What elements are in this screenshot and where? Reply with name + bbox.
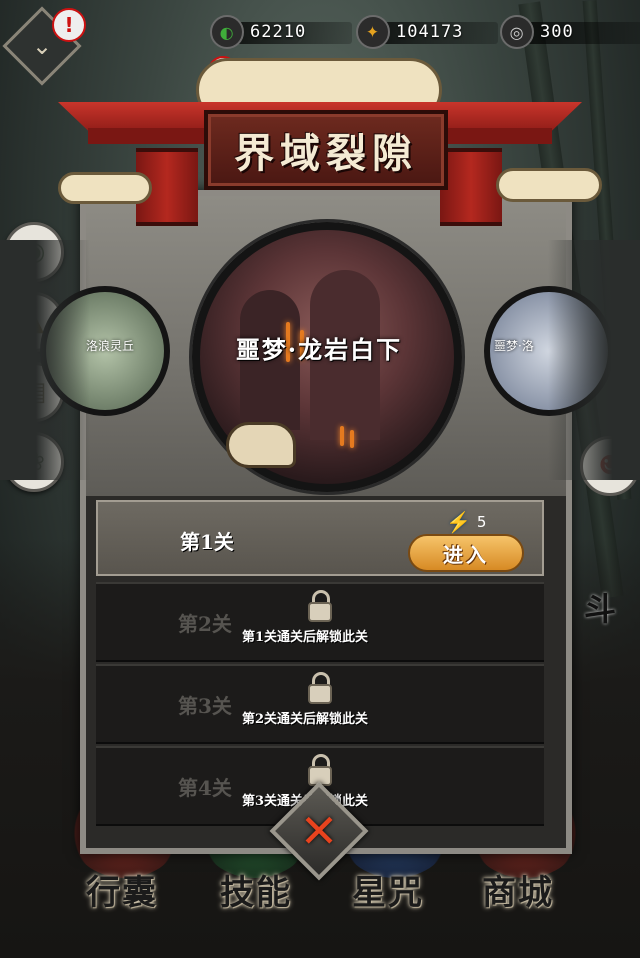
green-jade-icon: ◐ bbox=[202, 7, 252, 57]
character-button[interactable]: ❀ bbox=[4, 432, 64, 492]
daruma-button[interactable]: ☻ bbox=[580, 436, 640, 496]
currency-bar: ◐ 62210 ✦ 104173 ◎ 300 bbox=[202, 7, 640, 57]
stage-label-right: 噩梦·洛 bbox=[494, 339, 534, 353]
nav-skills[interactable]: 技能 bbox=[220, 865, 292, 914]
enter-button[interactable]: 进入 bbox=[408, 534, 524, 572]
level-label: 第2关 bbox=[178, 612, 232, 636]
currency-value: 104173 bbox=[396, 22, 464, 42]
alert-icon: ! bbox=[52, 8, 86, 42]
daruma-icon: ☻ bbox=[598, 451, 622, 481]
lava-drip bbox=[340, 426, 344, 446]
lightning-icon: ⚡ bbox=[446, 510, 471, 534]
cloud-swirl-decoration bbox=[226, 422, 296, 468]
page-title: 界域裂隙 bbox=[234, 130, 418, 177]
nav-spells[interactable]: 星咒 bbox=[352, 865, 424, 914]
stage-name: 噩梦·龙岩白下 bbox=[235, 335, 403, 364]
level-label: 第4关 bbox=[178, 776, 232, 800]
currency-value: 300 bbox=[540, 22, 574, 42]
unlock-hint: 第2关通关后解锁此关 bbox=[242, 712, 369, 727]
level-row-3: 第3关 第2关通关后解锁此关 bbox=[96, 664, 544, 744]
lock-icon bbox=[306, 672, 334, 706]
energy-value: 5 bbox=[476, 513, 487, 531]
energy-cost: ⚡ 5 bbox=[446, 510, 486, 534]
lava-drip bbox=[350, 430, 354, 448]
nav-bag[interactable]: 行囊 bbox=[86, 865, 158, 914]
battle-label[interactable]: 斗 bbox=[584, 584, 616, 630]
character-icon: ❀ bbox=[23, 447, 45, 477]
silver-swirl-icon: ◎ bbox=[492, 7, 542, 57]
title-plate: 界域裂隙 bbox=[204, 110, 448, 190]
mountain-icon: ▲ bbox=[24, 307, 44, 337]
lock-icon bbox=[306, 590, 334, 624]
gold-coin-icon: ✦ bbox=[348, 7, 398, 57]
nav-shop[interactable]: 商城 bbox=[482, 865, 554, 914]
cloud-decoration bbox=[496, 168, 602, 202]
currency-spirit[interactable]: ◎ 300 bbox=[492, 7, 640, 57]
close-icon[interactable]: ✕ bbox=[284, 796, 354, 866]
jade-upgrade-button[interactable]: ◉ bbox=[4, 222, 64, 282]
scroll-icon: ▤ bbox=[21, 377, 47, 407]
level-row-2: 第2关 第1关通关后解锁此关 bbox=[96, 582, 544, 662]
currency-jade[interactable]: ◐ 62210 bbox=[202, 7, 352, 57]
level-row-1[interactable]: 第1关 ⚡ 5 进入 bbox=[96, 500, 544, 576]
stage-label-left: 洛浪灵丘 bbox=[86, 339, 135, 353]
right-pillar bbox=[440, 148, 502, 226]
jade-disc-icon: ◉ bbox=[22, 237, 46, 267]
level-label: 第3关 bbox=[178, 694, 232, 718]
cloud-decoration bbox=[58, 172, 152, 204]
currency-coin[interactable]: ✦ 104173 bbox=[348, 7, 498, 57]
unlock-hint: 第1关通关后解锁此关 bbox=[242, 630, 369, 645]
level-label: 第1关 bbox=[180, 530, 234, 554]
currency-value: 62210 bbox=[250, 22, 307, 42]
